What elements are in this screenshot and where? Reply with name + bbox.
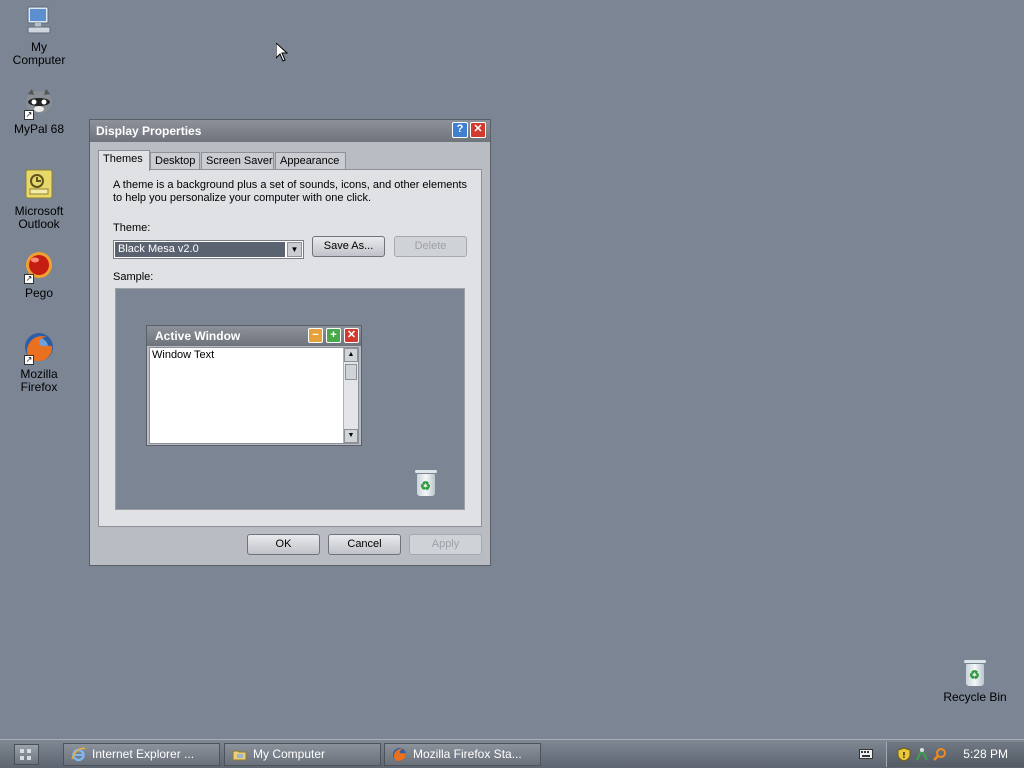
firefox-icon: ↗ [22, 331, 56, 365]
scroll-thumb [345, 364, 357, 380]
desktop-icon-label: Recycle Bin [943, 690, 1007, 704]
desktop-icon-firefox[interactable]: ↗ Mozilla Firefox [0, 331, 78, 394]
close-button[interactable]: ✕ [470, 122, 486, 138]
tab-themes[interactable]: Themes [98, 150, 150, 171]
system-tray: ! 5:28 PM [886, 742, 1024, 767]
title-bar[interactable]: Display Properties ? ✕ [90, 120, 490, 142]
svg-text:!: ! [902, 751, 906, 760]
recycle-bin-icon: ♻ [962, 658, 988, 688]
close-icon: ✕ [344, 328, 359, 343]
desktop-icon-label: MyPal 68 [13, 122, 65, 136]
maximize-icon: + [326, 328, 341, 343]
shortcut-arrow-icon: ↗ [24, 110, 34, 120]
desktop-icon-outlook[interactable]: Microsoft Outlook [0, 168, 78, 231]
taskbar: Internet Explorer ... My Computer Mozill… [0, 739, 1024, 768]
taskbar-item-label: My Computer [253, 747, 326, 761]
save-as-button[interactable]: Save As... [312, 236, 385, 257]
outlook-icon [22, 168, 56, 202]
red-ball-icon: ↗ [22, 250, 56, 284]
start-button[interactable] [14, 744, 39, 765]
sample-label: Sample: [113, 271, 154, 283]
recycle-bin-icon: ♻ [413, 468, 439, 498]
network-icon[interactable] [915, 747, 929, 762]
theme-select-value: Black Mesa v2.0 [115, 242, 285, 257]
display-properties-window: Display Properties ? ✕ Themes Desktop Sc… [89, 119, 491, 566]
theme-description: A theme is a background plus a set of so… [113, 179, 473, 205]
sample-window-title: Active Window [155, 329, 241, 343]
desktop-icon-recycle-bin[interactable]: ♻ Recycle Bin [936, 658, 1014, 704]
sample-scrollbar: ▲ ▼ [343, 348, 358, 443]
computer-icon [22, 4, 56, 38]
mouse-cursor-icon [276, 43, 288, 62]
window-title: Display Properties [96, 124, 202, 138]
description-line: A theme is a background plus a set of so… [113, 179, 468, 191]
keyboard-icon[interactable] [859, 748, 873, 760]
sample-active-window: Active Window − + ✕ Window Text ▲ ▼ [146, 325, 362, 446]
help-button[interactable]: ? [452, 122, 468, 138]
desktop-icon-label: Computer [12, 53, 66, 67]
sample-window-body: Window Text ▲ ▼ [149, 347, 359, 444]
ok-button[interactable]: OK [247, 534, 320, 555]
taskbar-item-firefox[interactable]: Mozilla Firefox Sta... [384, 743, 541, 766]
theme-select[interactable]: Black Mesa v2.0 ▼ [113, 240, 304, 259]
internet-explorer-icon [71, 747, 86, 762]
shortcut-arrow-icon: ↗ [24, 274, 34, 284]
folder-icon [232, 750, 247, 761]
shield-icon[interactable]: ! [897, 747, 911, 762]
tab-desktop[interactable]: Desktop [150, 152, 200, 170]
taskbar-item-label: Mozilla Firefox Sta... [413, 747, 522, 761]
chevron-down-icon[interactable]: ▼ [287, 242, 302, 257]
firefox-icon [393, 748, 406, 761]
shortcut-arrow-icon: ↗ [24, 355, 34, 365]
sample-title-bar: Active Window − + ✕ [147, 326, 361, 346]
desktop-icon-my-computer[interactable]: My Computer [0, 4, 78, 67]
scroll-down-icon: ▼ [344, 429, 358, 443]
scroll-up-icon: ▲ [344, 348, 358, 362]
desktop-icon-label: Firefox [20, 380, 58, 394]
cancel-button[interactable]: Cancel [328, 534, 401, 555]
tab-appearance[interactable]: Appearance [275, 152, 346, 170]
desktop-icon-label: Outlook [18, 217, 60, 231]
taskbar-item-my-computer[interactable]: My Computer [224, 743, 381, 766]
taskbar-item-label: Internet Explorer ... [92, 747, 195, 761]
desktop-icon-label: Pego [24, 286, 54, 300]
theme-label: Theme: [113, 222, 151, 234]
apply-button[interactable]: Apply [409, 534, 482, 555]
desktop-icon-mypal[interactable]: ↗ MyPal 68 [0, 86, 78, 136]
clock[interactable]: 5:28 PM [963, 747, 1008, 761]
taskbar-item-internet-explorer[interactable]: Internet Explorer ... [63, 743, 220, 766]
minimize-icon: − [308, 328, 323, 343]
description-line: to help you personalize your computer wi… [113, 192, 372, 204]
search-icon[interactable] [933, 747, 947, 762]
desktop-icon-pego[interactable]: ↗ Pego [0, 250, 78, 300]
themes-panel: A theme is a background plus a set of so… [98, 169, 482, 527]
tab-screen-saver[interactable]: Screen Saver [201, 152, 274, 170]
sample-window-text: Window Text [152, 349, 215, 361]
sample-preview: Active Window − + ✕ Window Text ▲ ▼ ♻ [115, 288, 465, 510]
raccoon-icon: ↗ [22, 86, 56, 120]
delete-button[interactable]: Delete [394, 236, 467, 257]
